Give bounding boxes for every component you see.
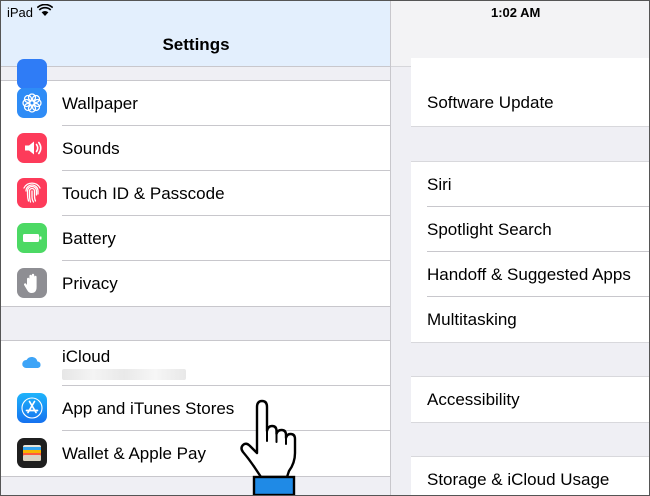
detail-item-multitasking[interactable]: Multitasking: [411, 297, 649, 342]
sidebar-item-wallpaper[interactable]: Wallpaper: [1, 81, 390, 126]
detail-item-label: Spotlight Search: [427, 220, 552, 239]
detail-group-storage: Storage & iCloud Usage: [411, 456, 649, 495]
detail-pane: Software Update Siri Spotlight Search Ha…: [391, 1, 649, 495]
detail-item-accessibility[interactable]: Accessibility: [411, 377, 649, 422]
page-title: Settings: [162, 35, 230, 54]
sidebar-item-icloud[interactable]: iCloud: [1, 341, 390, 386]
detail-item-label: Storage & iCloud Usage: [427, 470, 610, 489]
battery-icon: [17, 223, 47, 253]
status-bar: iPad 1:02 AM: [1, 1, 649, 23]
detail-item-handoff-suggested-apps[interactable]: Handoff & Suggested Apps: [411, 252, 649, 297]
fingerprint-icon: [17, 178, 47, 208]
sidebar-item-sounds[interactable]: Sounds: [1, 126, 390, 171]
detail-group-accessibility: Accessibility: [411, 376, 649, 423]
status-time: 1:02 AM: [491, 5, 541, 20]
sidebar-item-label: iCloud: [62, 347, 111, 366]
sidebar-item-app-itunes-stores[interactable]: App and iTunes Stores: [1, 386, 390, 431]
account-email-redacted: [62, 369, 186, 380]
detail-item-software-update[interactable]: Software Update: [411, 80, 649, 125]
sidebar-item-label: Sounds: [62, 139, 120, 158]
settings-group-accounts: iCloud App and iTunes Stores Wallet & Ap…: [1, 340, 390, 477]
sidebar-item-touch-id-passcode[interactable]: Touch ID & Passcode: [1, 171, 390, 216]
sidebar-item-label: Battery: [62, 229, 116, 248]
detail-item-label: Handoff & Suggested Apps: [427, 265, 631, 284]
detail-item-spotlight-search[interactable]: Spotlight Search: [411, 207, 649, 252]
sidebar-item-privacy[interactable]: Privacy: [1, 261, 390, 306]
sidebar-item-label: Touch ID & Passcode: [62, 184, 225, 203]
icloud-icon: [17, 348, 47, 378]
detail-item-label: Accessibility: [427, 390, 520, 409]
detail-group-features: Siri Spotlight Search Handoff & Suggeste…: [411, 161, 649, 343]
device-name: iPad: [7, 5, 34, 20]
wifi-icon: [36, 3, 54, 20]
pointing-hand-cursor-icon: [229, 397, 301, 495]
detail-item-label: Siri: [427, 175, 452, 194]
detail-item-label: Multitasking: [427, 310, 517, 329]
detail-item-siri[interactable]: Siri: [411, 162, 649, 207]
detail-item-label: Software Update: [427, 93, 554, 112]
settings-sidebar: Settings Wallpaper Sounds Touch ID & Pas…: [1, 1, 391, 495]
settings-group-display: Wallpaper Sounds Touch ID & Passcode Bat…: [1, 59, 390, 307]
ipad-screen: Settings Wallpaper Sounds Touch ID & Pas…: [0, 0, 650, 496]
wallet-icon: [17, 438, 47, 468]
sidebar-item-label: App and iTunes Stores: [62, 399, 235, 418]
privacy-hand-icon: [17, 268, 47, 298]
sounds-icon: [17, 133, 47, 163]
sidebar-item-wallet-apple-pay[interactable]: Wallet & Apple Pay: [1, 431, 390, 476]
detail-group-update: Software Update: [411, 58, 649, 127]
sidebar-item-label: Wallpaper: [62, 94, 138, 113]
sidebar-item-label: Wallet & Apple Pay: [62, 444, 206, 463]
sidebar-item-label: Privacy: [62, 274, 118, 293]
sidebar-item-battery[interactable]: Battery: [1, 216, 390, 261]
detail-item-storage-icloud-usage[interactable]: Storage & iCloud Usage: [411, 457, 649, 495]
wallpaper-icon: [17, 88, 47, 118]
app-store-icon: [17, 393, 47, 423]
